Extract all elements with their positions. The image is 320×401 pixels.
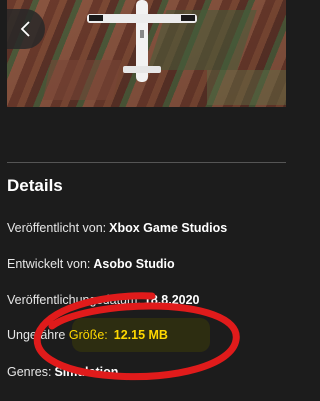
genres-label: Genres: bbox=[7, 365, 52, 379]
developer-label: Entwickelt von: bbox=[7, 257, 91, 271]
release-date-label: Veröffentlichungsdatum: bbox=[7, 293, 141, 307]
chevron-left-icon bbox=[20, 21, 30, 37]
release-date-row: Veröffentlichungsdatum: 18.8.2020 bbox=[7, 293, 200, 307]
publisher-value[interactable]: Xbox Game Studios bbox=[109, 221, 227, 235]
details-heading: Details bbox=[7, 176, 63, 195]
game-hero-image bbox=[7, 0, 286, 107]
back-button[interactable] bbox=[7, 9, 45, 49]
size-label: Größe: bbox=[68, 328, 108, 342]
section-divider bbox=[7, 162, 286, 163]
size-row: Ungefähre Größe: 12.15 MB bbox=[7, 328, 168, 342]
publisher-row: Veröffentlicht von: Xbox Game Studios bbox=[7, 221, 227, 235]
genres-value[interactable]: Simulation bbox=[54, 365, 118, 379]
size-label-prefix: Ungefähre bbox=[7, 328, 66, 342]
size-value: 12.15 MB bbox=[113, 328, 168, 342]
genres-row: Genres: Simulation bbox=[7, 365, 118, 379]
release-date-value: 18.8.2020 bbox=[143, 293, 200, 307]
developer-value[interactable]: Asobo Studio bbox=[93, 257, 174, 271]
airplane-image bbox=[87, 0, 197, 82]
developer-row: Entwickelt von: Asobo Studio bbox=[7, 257, 175, 271]
publisher-label: Veröffentlicht von: bbox=[7, 221, 107, 235]
